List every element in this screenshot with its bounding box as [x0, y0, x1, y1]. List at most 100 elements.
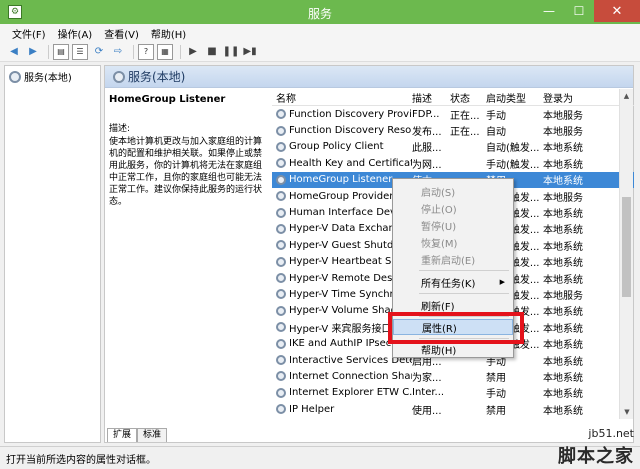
service-icon: [276, 371, 286, 382]
export-list-icon[interactable]: ⇨: [110, 44, 126, 60]
maximize-button[interactable]: ☐: [564, 0, 594, 22]
menu-action[interactable]: 操作(A): [52, 26, 99, 41]
service-logon: 本地服务: [543, 110, 583, 122]
service-logon: 本地系统: [543, 274, 583, 286]
service-icon: [276, 305, 286, 316]
service-icon: [276, 141, 286, 152]
tree-node-label: 服务(本地): [24, 73, 72, 84]
service-name-cell: Hyper-V Time Synchroni...: [272, 289, 412, 300]
menu-item-refresh[interactable]: 刷新(F): [393, 297, 513, 313]
service-name-cell: Hyper-V Remote Deskt...: [272, 273, 412, 284]
service-status: 正在...: [450, 418, 486, 419]
pane-title: 服务(本地): [128, 70, 186, 84]
menu-item-pause[interactable]: 暂停(U): [393, 217, 513, 233]
scroll-down-icon[interactable]: ▼: [620, 405, 634, 419]
column-header-startup-type[interactable]: 启动类型: [486, 90, 543, 105]
service-name-cell: Internet Explorer ETW C...: [272, 387, 412, 398]
column-header-name[interactable]: 名称: [272, 90, 412, 105]
menu-item-start[interactable]: 启动(S): [393, 183, 513, 199]
service-logon: 网络服务: [543, 418, 603, 419]
scroll-thumb[interactable]: [622, 197, 631, 297]
service-icon: [276, 322, 286, 333]
service-logon: 本地系统: [543, 340, 583, 352]
service-logon: 本地服务: [543, 192, 583, 204]
back-icon[interactable]: ◀: [6, 44, 22, 60]
service-logon: 本地系统: [543, 225, 583, 237]
menu-separator: [419, 293, 509, 294]
service-startup-type: 手动(触发...: [486, 159, 540, 171]
service-startup-type: 手动: [486, 110, 506, 122]
menu-item-restart[interactable]: 重新启动(E): [393, 251, 513, 267]
forward-icon[interactable]: ▶: [25, 44, 41, 60]
restart-icon[interactable]: ▶▮: [242, 44, 258, 60]
menu-file[interactable]: 文件(F): [6, 26, 52, 41]
scroll-up-icon[interactable]: ▲: [620, 89, 633, 103]
service-icon: [276, 191, 286, 202]
pause-icon[interactable]: ❚❚: [223, 44, 240, 60]
service-icon: [276, 207, 286, 218]
status-bar: 打开当前所选内容的属性对话框。: [0, 446, 640, 469]
service-startup-type: 自动: [486, 127, 506, 139]
table-row[interactable]: Internet Connection Shari...为家... 禁用 本地系统: [272, 368, 634, 384]
show-hide-tree-icon[interactable]: ▤: [53, 43, 69, 60]
selected-service-title: HomeGroup Listener: [109, 94, 226, 105]
description-text: 使本地计算机更改与加入家庭组的计算机的配置和维护相关联。如果停止或禁用此服务，你…: [109, 137, 263, 207]
service-icon: [276, 404, 286, 415]
main-pane: 服务(本地) HomeGroup Listener 描述: 使本地计算机更改与加…: [104, 65, 634, 443]
vertical-scrollbar[interactable]: ▲ ▼: [619, 89, 633, 419]
toolbar-separator: [48, 44, 49, 59]
service-name-cell: Hyper-V Heartbeat Serv...: [272, 256, 412, 267]
table-row[interactable]: Group Policy Client 此服... 自动(触发... 本地系统: [272, 139, 634, 155]
service-icon: [276, 355, 286, 366]
menu-view[interactable]: 查看(V): [98, 26, 145, 41]
list-icon[interactable]: ☰: [72, 43, 88, 60]
service-icon: [276, 273, 286, 284]
menu-item-all-tasks[interactable]: 所有任务(K) ▶: [393, 274, 513, 290]
help-icon[interactable]: ?: [138, 43, 154, 60]
table-row[interactable]: IP Helper 使用... 禁用 本地系统: [272, 401, 634, 417]
play-icon[interactable]: ▶: [185, 44, 201, 60]
watermark-logo: 脚本之家: [558, 446, 634, 467]
service-startup-type: 手动(触发...: [486, 418, 543, 419]
service-name: Internet Explorer ETW C...: [289, 387, 412, 399]
services-app-icon[interactable]: ⚙: [8, 5, 22, 19]
toolbar: ◀ ▶ ▤ ☰ ⟳ ⇨ ? ▦ ▶ ■ ❚❚ ▶▮: [0, 42, 640, 62]
service-icon: [276, 158, 286, 169]
refresh-icon[interactable]: ⟳: [91, 44, 107, 60]
service-logon: 本地系统: [543, 356, 583, 368]
tab-standard[interactable]: 标准: [137, 428, 168, 442]
table-row[interactable]: IPsec Policy AgentInter...正在...手动(触发...网…: [272, 417, 634, 419]
service-name: Internet Connection Shari...: [289, 370, 412, 382]
menu-bar: 文件(F) 操作(A) 查看(V) 帮助(H): [0, 24, 640, 42]
tree-node-services-local[interactable]: 服务(本地): [5, 66, 100, 87]
menu-help[interactable]: 帮助(H): [145, 26, 192, 41]
service-name-cell: IP Helper: [272, 404, 412, 415]
stop-icon[interactable]: ■: [204, 44, 220, 60]
service-logon: 本地系统: [543, 209, 583, 221]
service-logon: 本地系统: [543, 389, 583, 401]
description-label: 描述:: [109, 124, 131, 134]
service-name-cell: Health Key and Certificat...: [272, 158, 412, 169]
tab-extended[interactable]: 扩展: [107, 428, 138, 442]
menu-item-stop[interactable]: 停止(O): [393, 200, 513, 216]
service-logon: 本地系统: [543, 323, 583, 335]
column-header-logon-as[interactable]: 登录为: [543, 90, 603, 105]
services-icon: [113, 70, 125, 83]
service-name: Hyper-V 来宾服务接口: [289, 323, 392, 335]
table-row[interactable]: Health Key and Certificat... 为网... 手动(触发..…: [272, 155, 634, 171]
service-name-cell: Interactive Services Dete...: [272, 355, 412, 366]
properties-icon[interactable]: ▦: [157, 43, 173, 60]
highlight-annotation-box: [388, 312, 524, 344]
minimize-button[interactable]: —: [534, 0, 564, 22]
column-header-status[interactable]: 状态: [450, 90, 486, 105]
view-tabs: 扩展 标准: [107, 428, 168, 442]
close-button[interactable]: ✕: [594, 0, 640, 22]
table-row[interactable]: Internet Explorer ETW C... Inter... 手动 本地系统: [272, 385, 634, 401]
column-header-description[interactable]: 描述: [412, 90, 450, 105]
table-row[interactable]: Function Discovery Reso... 发布... 正在... 自动 本地…: [272, 122, 634, 138]
menu-item-resume[interactable]: 恢复(M): [393, 234, 513, 250]
service-name-cell: HomeGroup Listener: [272, 174, 412, 185]
service-icon: [276, 289, 286, 300]
status-text: 打开当前所选内容的属性对话框。: [6, 454, 156, 466]
table-row[interactable]: Function Discovery Provi... FDP... 正在... 手动…: [272, 106, 634, 122]
